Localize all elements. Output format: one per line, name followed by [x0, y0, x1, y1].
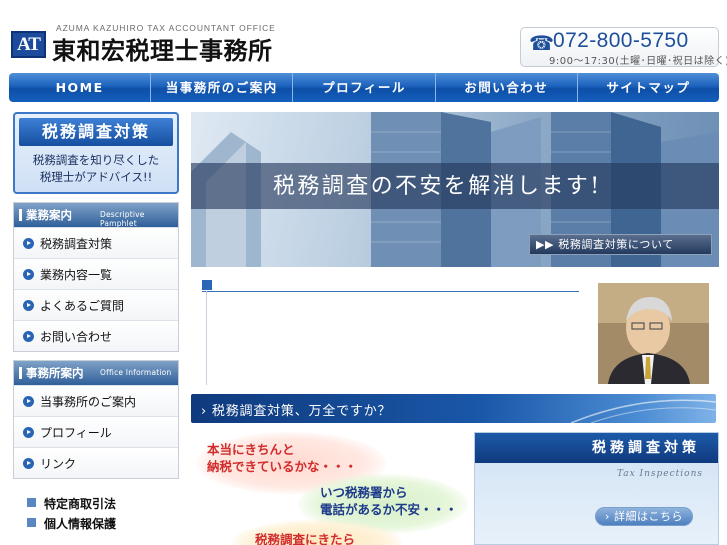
sidebar-item-label: 税務調査対策: [40, 237, 113, 251]
sidebar-item-faq[interactable]: よくあるご質問: [14, 289, 178, 320]
link-label: 個人情報保護: [44, 517, 117, 531]
hero-banner: 税務調査の不安を解消します! ▶▶ 税務調査対策について: [191, 112, 719, 267]
intro-rule: [206, 291, 207, 385]
worry-text-3: 税務調査にきたら: [255, 531, 355, 545]
sidebar-item-label: よくあるご質問: [40, 299, 125, 313]
heading-bar: [19, 367, 22, 379]
sidebar-item-services-list[interactable]: 業務内容一覧: [14, 258, 178, 289]
intro-divider: [202, 291, 579, 292]
services-menu-header: 業務案内 Descriptive Pamphlet: [14, 203, 178, 228]
sidebar-item-label: お問い合わせ: [40, 330, 113, 344]
worry-text-2-line-2: 電話があるか不安・・・: [320, 502, 458, 517]
promo-line-1: 税務調査を知り尽くした: [32, 153, 160, 167]
sidebar-item-links[interactable]: リンク: [14, 447, 178, 478]
services-heading: 業務案内: [26, 208, 72, 222]
worry-text-1-line-2: 納税できているかな・・・: [207, 459, 358, 474]
office-menu-header: 事務所案内 Office Information: [14, 361, 178, 385]
nav-home[interactable]: HOME: [9, 73, 152, 102]
footer-links: 特定商取引法 個人情報保護: [13, 493, 179, 533]
services-heading-en: Descriptive Pamphlet: [100, 210, 145, 228]
card-subtitle: Tax Inspections: [616, 469, 703, 479]
details-button[interactable]: › 詳細はこちら: [595, 507, 693, 526]
sidebar-item-label: リンク: [40, 457, 77, 471]
arrow-circle-icon: [23, 300, 34, 311]
sidebar-item-label: 業務内容一覧: [40, 268, 113, 282]
section-banner-title: › 税務調査対策、万全ですか？: [201, 404, 392, 419]
arrow-circle-icon: [23, 427, 34, 438]
arrow-circle-icon: [23, 238, 34, 249]
card-title: 税務調査対策: [475, 433, 718, 463]
worry-text-2: いつ税務署から 電話があるか不安・・・: [320, 484, 458, 518]
accountant-portrait: [598, 283, 709, 384]
nav-contact[interactable]: お問い合わせ: [436, 73, 578, 102]
sidebar-item-label: プロフィール: [40, 426, 112, 440]
arrow-circle-icon: [23, 331, 34, 342]
sidebar-item-label: 当事務所のご案内: [40, 395, 137, 409]
section-banner: › 税務調査対策、万全ですか？: [191, 394, 716, 423]
worry-text-3-line-1: 税務調査にきたら: [255, 532, 356, 545]
main-nav: HOME 当事務所のご案内 プロフィール お問い合わせ サイトマップ: [9, 73, 719, 102]
heading-bar: [19, 209, 22, 221]
promo-banner[interactable]: 税務調査対策 税務調査を知り尽くした 税理士がアドバイス!!: [13, 112, 179, 194]
office-name[interactable]: 東和宏税理士事務所: [52, 31, 273, 66]
sidebar-item-contact[interactable]: お問い合わせ: [14, 320, 178, 351]
nav-sitemap[interactable]: サイトマップ: [578, 73, 719, 102]
square-bullet-icon: [27, 498, 36, 507]
worry-text-1-line-1: 本当にきちんと: [207, 442, 295, 457]
link-privacy[interactable]: 個人情報保護: [13, 513, 179, 533]
portrait-image: [598, 283, 709, 384]
arrow-circle-icon: [23, 269, 34, 280]
worry-text-1: 本当にきちんと 納税できているかな・・・: [207, 441, 357, 475]
site-header: AZUMA KAZUHIRO TAX ACCOUNTANT OFFICE AT …: [0, 0, 727, 72]
office-menu: 事務所案内 Office Information 当事務所のご案内 プロフィール…: [13, 360, 179, 479]
logo-mark[interactable]: AT: [11, 31, 46, 58]
phone-box: ☎ 072-800-5750 9:00～17:30(土曜･日曜･祝日は除く): [520, 27, 727, 67]
phone-number: 072-800-5750: [553, 29, 689, 52]
worry-text-2-line-1: いつ税務署から: [320, 485, 408, 500]
intro-marker: [202, 280, 212, 290]
hero-headline: 税務調査の不安を解消します!: [273, 174, 602, 199]
nav-office-guide[interactable]: 当事務所のご案内: [151, 73, 294, 102]
promo-title: 税務調査対策: [19, 118, 173, 146]
link-commercial-law[interactable]: 特定商取引法: [13, 493, 179, 513]
tax-inspection-card: 税務調査対策 Tax Inspections › 詳細はこちら: [474, 432, 719, 545]
office-heading: 事務所案内: [26, 366, 84, 380]
square-bullet-icon: [27, 518, 36, 527]
arrow-circle-icon: [23, 396, 34, 407]
tax-audit-info-button[interactable]: ▶▶ 税務調査対策について: [529, 234, 712, 255]
sidebar-item-office-guide[interactable]: 当事務所のご案内: [14, 385, 178, 416]
office-hours: 9:00～17:30(土曜･日曜･祝日は除く): [549, 56, 727, 67]
promo-line-2: 税理士がアドバイス!!: [39, 170, 153, 184]
sidebar-item-profile[interactable]: プロフィール: [14, 416, 178, 447]
services-menu: 業務案内 Descriptive Pamphlet 税務調査対策 業務内容一覧 …: [13, 202, 179, 352]
link-label: 特定商取引法: [44, 497, 117, 511]
sidebar-item-tax-audit[interactable]: 税務調査対策: [14, 227, 178, 258]
arrow-circle-icon: [23, 458, 34, 469]
sidebar: 税務調査対策 税務調査を知り尽くした 税理士がアドバイス!! 業務案内 Desc…: [13, 112, 179, 533]
office-heading-en: Office Information: [100, 368, 172, 377]
promo-text: 税務調査を知り尽くした 税理士がアドバイス!!: [19, 152, 173, 186]
nav-profile[interactable]: プロフィール: [293, 73, 436, 102]
